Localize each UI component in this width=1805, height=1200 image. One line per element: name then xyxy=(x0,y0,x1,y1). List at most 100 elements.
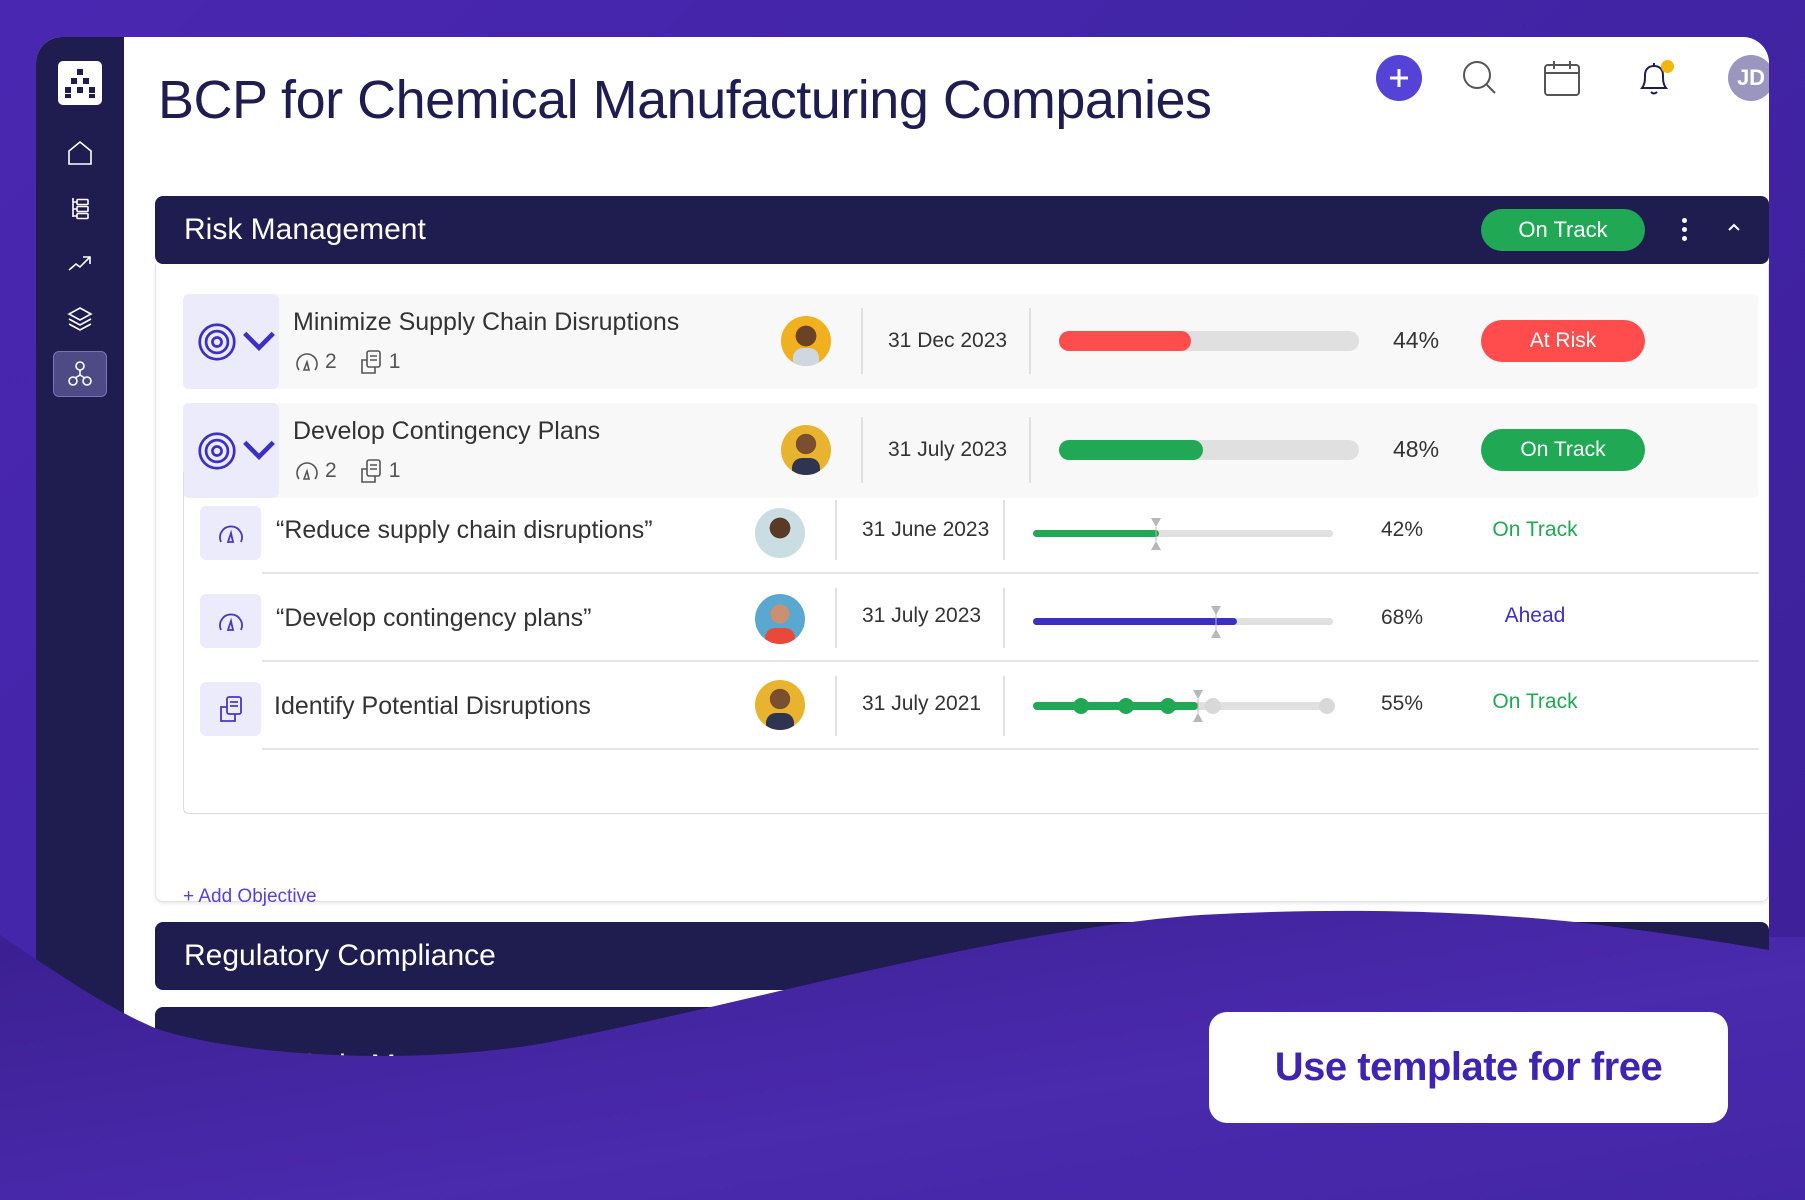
actions-count: 1 xyxy=(388,350,401,373)
progress-percent: 68% xyxy=(1381,606,1424,629)
hierarchy-icon xyxy=(72,198,89,220)
notification-badge xyxy=(1661,60,1674,73)
app-logo[interactable] xyxy=(58,61,102,105)
status-text: On Track xyxy=(1492,518,1578,541)
plus-icon xyxy=(1390,69,1408,87)
progress-bar xyxy=(1033,618,1333,625)
target-icon xyxy=(198,322,236,361)
milestone-dot[interactable] xyxy=(1073,698,1089,714)
column-divider xyxy=(861,308,863,374)
progress-fill xyxy=(1033,530,1159,537)
milestone-dot[interactable] xyxy=(1205,698,1221,714)
column-divider xyxy=(835,588,837,648)
section-title: Supply Chain Management xyxy=(184,1049,546,1082)
expected-progress-marker xyxy=(1211,606,1221,638)
add-button[interactable] xyxy=(1376,55,1422,101)
status-text: On Track xyxy=(1492,690,1578,713)
document-icon xyxy=(219,696,242,722)
sidebar-item-network[interactable] xyxy=(53,351,107,397)
owner-avatar[interactable] xyxy=(781,316,831,366)
sidebar-item-hierarchy[interactable] xyxy=(53,185,107,231)
objective-title[interactable]: Minimize Supply Chain Disruptions xyxy=(293,308,679,337)
calendar-button[interactable] xyxy=(1540,56,1584,100)
progress-fill xyxy=(1059,440,1203,460)
gauge-icon xyxy=(218,525,243,543)
section-header[interactable]: Regulatory Compliance xyxy=(155,922,1769,990)
target-icon xyxy=(198,431,236,470)
column-divider xyxy=(835,676,837,736)
due-date: 31 June 2023 xyxy=(862,518,990,541)
key-result-row[interactable]: Identify Potential Disruptions 31 July 2… xyxy=(184,662,1759,750)
owner-avatar[interactable] xyxy=(781,425,831,475)
layers-icon xyxy=(67,307,93,331)
objective-title[interactable]: Develop Contingency Plans xyxy=(293,417,600,446)
trend-up-icon xyxy=(68,256,91,271)
objective-meta: 2 1 xyxy=(293,348,420,376)
expected-progress-marker xyxy=(1193,690,1203,722)
key-result-title[interactable]: “Reduce supply chain disruptions” xyxy=(276,516,653,545)
measure-icon-box xyxy=(200,506,261,560)
page-title: BCP for Chemical Manufacturing Companies xyxy=(158,70,1212,130)
search-button[interactable] xyxy=(1458,56,1502,100)
objective-row[interactable]: Minimize Supply Chain Disruptions 2 1 31… xyxy=(183,294,1758,389)
gauge-icon xyxy=(296,353,318,371)
chevron-down-icon xyxy=(243,331,275,351)
column-divider xyxy=(1029,308,1031,374)
key-result-title[interactable]: “Develop contingency plans” xyxy=(276,604,591,633)
progress-fill xyxy=(1033,618,1237,625)
top-actions: JD xyxy=(1376,55,1769,101)
column-divider xyxy=(1003,676,1005,736)
milestone-dot[interactable] xyxy=(1160,698,1176,714)
section-risk-management: Risk Management On Track Minimize Supply… xyxy=(155,196,1769,1048)
sidebar-item-trends[interactable] xyxy=(53,240,107,286)
objective-toggle[interactable] xyxy=(183,294,279,389)
progress-fill xyxy=(1059,331,1191,351)
measures-count: 2 xyxy=(325,350,337,373)
progress-bar xyxy=(1059,331,1359,351)
owner-avatar[interactable] xyxy=(755,508,805,558)
due-date: 31 July 2023 xyxy=(862,604,982,627)
key-result-row[interactable]: “Reduce supply chain disruptions” 31 Jun… xyxy=(184,486,1759,574)
status-badge[interactable]: At Risk xyxy=(1481,320,1645,362)
due-date: 31 July 2021 xyxy=(862,692,982,715)
owner-avatar[interactable] xyxy=(755,594,805,644)
progress-percent: 48% xyxy=(1393,436,1440,462)
due-date: 31 Dec 2023 xyxy=(888,329,1008,352)
user-avatar[interactable]: JD xyxy=(1728,55,1769,101)
status-badge[interactable]: On Track xyxy=(1481,429,1645,471)
sidebar xyxy=(36,37,124,1200)
chevron-down-icon xyxy=(243,440,275,460)
section-title: Risk Management xyxy=(184,213,426,246)
more-options-icon[interactable] xyxy=(1682,218,1687,241)
add-objective-link[interactable]: + Add Objective xyxy=(183,886,317,908)
sidebar-item-layers[interactable] xyxy=(53,295,107,341)
progress-percent: 42% xyxy=(1381,518,1424,541)
document-icon xyxy=(360,350,381,374)
search-icon xyxy=(1463,61,1496,94)
key-result-row[interactable]: “Develop contingency plans” 31 July 2023… xyxy=(184,574,1759,662)
gauge-icon xyxy=(218,613,243,631)
use-template-button[interactable]: Use template for free xyxy=(1209,1012,1728,1123)
chevron-up-icon[interactable] xyxy=(1727,220,1741,234)
milestone-dot[interactable] xyxy=(1319,698,1335,714)
section-regulatory-compliance: Regulatory Compliance xyxy=(155,922,1769,990)
notifications-button[interactable] xyxy=(1632,56,1676,100)
expected-progress-marker xyxy=(1151,518,1161,550)
column-divider xyxy=(1003,588,1005,648)
home-icon xyxy=(68,140,92,165)
owner-avatar[interactable] xyxy=(755,680,805,730)
sidebar-item-home[interactable] xyxy=(53,130,107,176)
action-icon-box xyxy=(200,682,261,736)
measure-icon-box xyxy=(200,594,261,648)
column-divider xyxy=(835,500,837,560)
section-body: Minimize Supply Chain Disruptions 2 1 31… xyxy=(155,264,1769,1048)
milestone-dot[interactable] xyxy=(1118,698,1134,714)
section-header[interactable]: Risk Management On Track xyxy=(155,196,1769,264)
due-date: 31 July 2023 xyxy=(888,438,1008,461)
key-result-title[interactable]: Identify Potential Disruptions xyxy=(274,692,591,721)
status-text: Ahead xyxy=(1504,604,1566,627)
network-icon xyxy=(68,361,92,386)
section-status-badge[interactable]: On Track xyxy=(1481,209,1645,251)
row-separator xyxy=(262,748,1759,750)
calendar-icon xyxy=(1544,61,1580,96)
